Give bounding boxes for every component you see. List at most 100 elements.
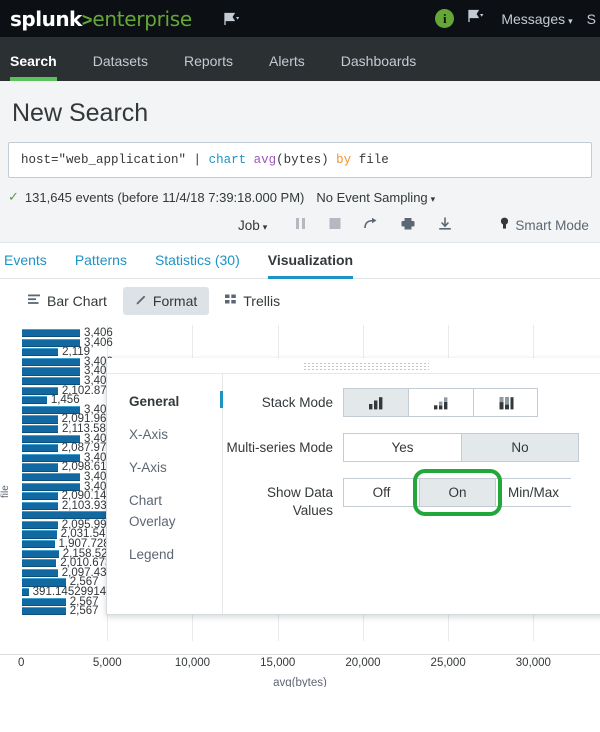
format-button[interactable]: Format xyxy=(123,287,209,315)
x-axis-tick-label: 20,000 xyxy=(345,657,380,669)
visualization-toolbar: Bar Chart Format Trellis xyxy=(0,279,600,325)
pause-icon[interactable] xyxy=(295,217,306,233)
format-panel-drag-handle[interactable] xyxy=(107,358,600,374)
drag-handle-dots-icon xyxy=(303,362,429,370)
export-icon[interactable] xyxy=(438,217,452,233)
chart-bar[interactable] xyxy=(22,588,29,596)
app-selector-flag-icon[interactable] xyxy=(224,12,241,26)
chart-bar[interactable] xyxy=(22,415,58,423)
event-count-text: 131,645 events (before 11/4/18 7:39:18.0… xyxy=(25,190,304,205)
pencil-icon xyxy=(135,294,147,309)
query-host-token: host="web_application" xyxy=(21,153,186,167)
stop-icon[interactable] xyxy=(329,217,341,233)
logo-enterprise-text: enterprise xyxy=(92,7,192,31)
search-bar-container: host="web_application" | chart avg(bytes… xyxy=(0,142,600,178)
query-pipe-token: | xyxy=(194,153,202,167)
chart-bar[interactable] xyxy=(22,358,80,366)
chart-bar[interactable] xyxy=(22,530,57,538)
stack-mode-row: Stack Mode xyxy=(223,388,600,417)
chart-bar[interactable] xyxy=(22,473,80,481)
format-panel-body: General X-Axis Y-Axis Chart Overlay Lege… xyxy=(107,374,600,614)
format-nav-general[interactable]: General xyxy=(107,386,222,419)
chart-bar-row[interactable]: 3,406 xyxy=(22,339,582,349)
check-icon: ✓ xyxy=(8,189,19,205)
bar-chart-type-button[interactable]: Bar Chart xyxy=(16,287,119,315)
chart-bar[interactable] xyxy=(22,540,55,548)
format-nav-y-axis[interactable]: Y-Axis xyxy=(107,452,222,485)
query-bytes-token: (bytes) xyxy=(276,153,329,167)
multi-series-mode-row: Multi-series Mode Yes No xyxy=(223,433,600,462)
logo-gt-text: > xyxy=(82,10,93,31)
stack-none-icon xyxy=(368,396,384,410)
chart-bar[interactable] xyxy=(22,396,47,404)
nav-item-dashboards[interactable]: Dashboards xyxy=(323,53,435,81)
chart-bar[interactable] xyxy=(22,559,56,567)
event-sampling-label: No Event Sampling xyxy=(316,190,427,205)
x-axis-tick-label: 0 xyxy=(18,657,24,669)
nav-item-alerts[interactable]: Alerts xyxy=(251,53,323,81)
stacked-icon xyxy=(433,396,449,410)
tab-patterns[interactable]: Patterns xyxy=(61,252,141,278)
search-mode-selector[interactable]: Smart Mode xyxy=(500,217,589,233)
job-menu-button[interactable]: Job▾ xyxy=(238,218,267,233)
logo-splunk-text: splunk xyxy=(10,7,82,31)
chart-bar[interactable] xyxy=(22,367,80,375)
share-icon[interactable] xyxy=(364,217,378,233)
format-panel-nav: General X-Axis Y-Axis Chart Overlay Lege… xyxy=(107,374,223,614)
show-data-values-option-off[interactable]: Off xyxy=(343,478,419,507)
event-sampling-dropdown[interactable]: No Event Sampling ▾ xyxy=(316,190,435,205)
page-title: New Search xyxy=(0,81,600,142)
multi-series-option-yes[interactable]: Yes xyxy=(343,433,461,462)
format-button-label: Format xyxy=(153,293,197,309)
show-data-values-option-on[interactable]: On xyxy=(419,478,495,507)
x-axis-tick-label: 25,000 xyxy=(431,657,466,669)
format-nav-legend[interactable]: Legend xyxy=(107,539,222,572)
format-nav-chart-overlay[interactable]: Chart Overlay xyxy=(107,485,169,539)
stack-mode-option-stacked-100[interactable] xyxy=(473,388,538,417)
format-nav-x-axis[interactable]: X-Axis xyxy=(107,419,222,452)
chart-bar[interactable] xyxy=(22,550,59,558)
x-axis-tick-label: 30,000 xyxy=(516,657,551,669)
chart-bar[interactable] xyxy=(22,463,58,471)
stack-mode-option-stacked[interactable] xyxy=(408,388,473,417)
nav-item-reports[interactable]: Reports xyxy=(166,53,251,81)
event-count-row: ✓ 131,645 events (before 11/4/18 7:39:18… xyxy=(0,178,600,214)
tab-events[interactable]: Events xyxy=(0,252,61,278)
chart-bar[interactable] xyxy=(22,607,66,615)
show-data-values-option-minmax[interactable]: Min/Max xyxy=(495,478,571,507)
print-icon[interactable] xyxy=(401,217,415,233)
query-avg-token: avg xyxy=(254,153,277,167)
query-by-token: by xyxy=(336,153,351,167)
settings-menu[interactable]: S xyxy=(587,11,596,27)
chart-bar[interactable] xyxy=(22,492,58,500)
chart-bar[interactable] xyxy=(22,569,58,577)
tab-statistics[interactable]: Statistics (30) xyxy=(141,252,254,278)
result-tabs: Events Patterns Statistics (30) Visualiz… xyxy=(0,243,600,279)
trellis-button[interactable]: Trellis xyxy=(213,287,292,315)
tab-visualization[interactable]: Visualization xyxy=(254,252,367,278)
job-action-icons xyxy=(295,217,452,233)
nav-item-datasets[interactable]: Datasets xyxy=(75,53,166,81)
job-controls-row: Job▾ Smart Mode xyxy=(0,214,600,243)
splunk-logo[interactable]: splunk>enterprise xyxy=(0,7,192,31)
activity-flag-icon[interactable] xyxy=(468,9,487,28)
multi-series-mode-label: Multi-series Mode xyxy=(223,433,343,457)
chart-bar[interactable] xyxy=(22,425,58,433)
bar-chart-icon xyxy=(28,294,41,308)
chart-bar[interactable] xyxy=(22,329,80,337)
messages-menu[interactable]: Messages▾ xyxy=(501,11,572,27)
chart-bar[interactable] xyxy=(22,348,58,356)
chevron-down-icon: ▾ xyxy=(431,194,436,204)
nav-item-search[interactable]: Search xyxy=(0,53,75,81)
app-nav-bar: Search Datasets Reports Alerts Dashboard… xyxy=(0,37,600,81)
chart-bar[interactable] xyxy=(22,502,58,510)
chart-bar[interactable] xyxy=(22,521,58,529)
chart-bar[interactable] xyxy=(22,444,58,452)
lightbulb-icon xyxy=(500,217,509,233)
chart-bar[interactable] xyxy=(22,598,66,606)
stack-mode-option-none[interactable] xyxy=(343,388,408,417)
chart-bar-value-label: 2,567 xyxy=(70,605,99,617)
search-input[interactable]: host="web_application" | chart avg(bytes… xyxy=(8,142,592,178)
info-icon[interactable]: i xyxy=(435,9,454,28)
multi-series-option-no[interactable]: No xyxy=(461,433,579,462)
